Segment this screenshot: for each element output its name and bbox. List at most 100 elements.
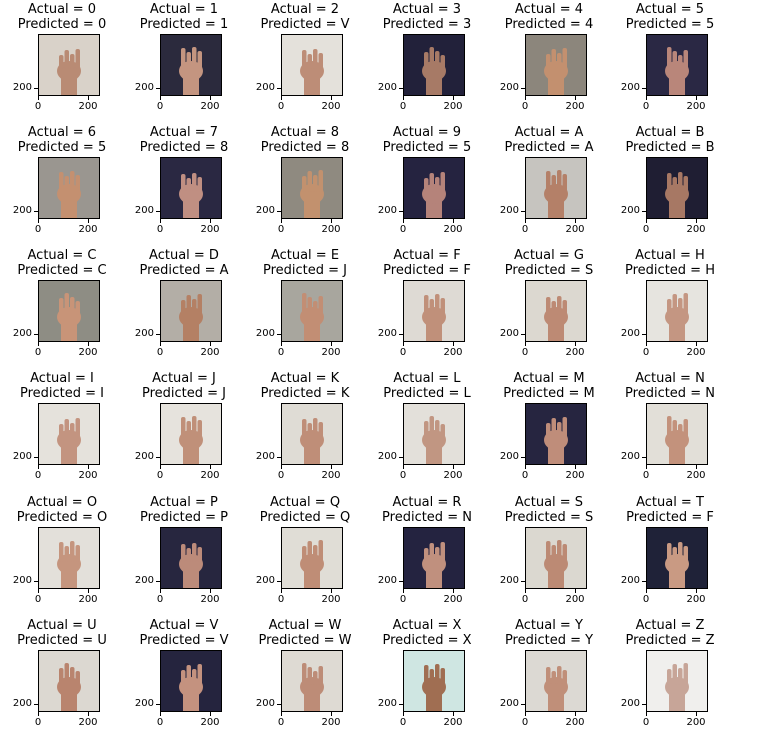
actual-label: Actual = R [392, 495, 462, 510]
x-tick-mark [696, 96, 697, 100]
y-tick-mark [642, 457, 646, 458]
x-tick-mark [281, 589, 282, 593]
image-panel: 0 200 Actual = T Predicted = F 200 [608, 493, 732, 615]
x-tick-label: 200 [686, 101, 706, 112]
x-tick-label: 0 [34, 594, 42, 605]
x-tick-label: 0 [521, 101, 529, 112]
actual-label: Actual = I [30, 371, 94, 386]
actual-label: Actual = 3 [392, 2, 462, 17]
x-tick-label: 0 [156, 594, 164, 605]
actual-label: Actual = A [514, 125, 584, 140]
actual-label: Actual = 0 [27, 2, 97, 17]
x-tick-mark [331, 712, 332, 716]
x-tick-label: 200 [565, 101, 585, 112]
predicted-label: Predicted = I [19, 386, 105, 401]
x-tick-label: 200 [443, 224, 463, 235]
x-tick-label: 200 [686, 347, 706, 358]
x-tick-label: 200 [78, 594, 98, 605]
x-tick-label: 0 [156, 101, 164, 112]
x-tick-label: 0 [156, 224, 164, 235]
x-tick-mark [210, 342, 211, 346]
actual-label: Actual = 6 [27, 125, 97, 140]
image-panel: 0 200 Actual = G Predicted = S 200 [487, 246, 611, 368]
x-tick-label: 200 [321, 101, 341, 112]
y-tick-label: 200 [499, 328, 519, 339]
x-tick-mark [453, 712, 454, 716]
y-tick-mark [34, 457, 38, 458]
y-tick-label: 200 [620, 328, 640, 339]
predicted-label: Predicted = 4 [504, 17, 594, 32]
y-tick-label: 200 [499, 205, 519, 216]
x-tick-mark [281, 342, 282, 346]
y-tick-label: 200 [499, 82, 519, 93]
image-panel: 0 200 Actual = 0 Predicted = 0 200 [0, 0, 124, 122]
x-tick-mark [88, 589, 89, 593]
y-tick-label: 200 [134, 451, 154, 462]
hand-sign-image [525, 650, 587, 712]
predicted-label: Predicted = H [625, 263, 715, 278]
predicted-label: Predicted = 0 [17, 17, 107, 32]
x-tick-label: 0 [642, 224, 650, 235]
x-tick-label: 200 [443, 101, 463, 112]
predicted-label: Predicted = L [383, 386, 471, 401]
y-tick-mark [521, 211, 525, 212]
x-tick-mark [210, 712, 211, 716]
x-tick-label: 0 [156, 347, 164, 358]
x-tick-label: 0 [399, 101, 407, 112]
hand-sign-image [525, 157, 587, 219]
x-tick-label: 0 [34, 101, 42, 112]
y-tick-label: 200 [377, 205, 397, 216]
x-tick-mark [403, 342, 404, 346]
hand-sign-image [160, 650, 222, 712]
y-tick-mark [642, 704, 646, 705]
predicted-label: Predicted = 8 [260, 140, 350, 155]
hand-sign-image [281, 280, 343, 342]
predicted-label: Predicted = A [504, 140, 594, 155]
x-tick-mark [696, 465, 697, 469]
y-tick-label: 200 [255, 205, 275, 216]
image-panel: 0 200 Actual = B Predicted = B 200 [608, 123, 732, 245]
y-tick-label: 200 [12, 205, 32, 216]
x-tick-mark [38, 465, 39, 469]
y-tick-mark [399, 334, 403, 335]
x-tick-mark [88, 342, 89, 346]
y-tick-mark [34, 581, 38, 582]
x-tick-mark [160, 589, 161, 593]
y-tick-mark [399, 88, 403, 89]
predicted-label: Predicted = V [260, 17, 350, 32]
x-tick-mark [331, 342, 332, 346]
actual-label: Actual = G [514, 248, 584, 263]
x-tick-label: 200 [443, 594, 463, 605]
y-tick-mark [277, 211, 281, 212]
y-tick-mark [277, 704, 281, 705]
y-tick-mark [521, 457, 525, 458]
y-tick-mark [642, 334, 646, 335]
x-tick-label: 0 [399, 594, 407, 605]
predicted-label: Predicted = F [383, 263, 471, 278]
predicted-label: Predicted = U [17, 633, 107, 648]
hand-sign-image [646, 527, 708, 589]
hand-sign-image [160, 280, 222, 342]
x-tick-label: 200 [565, 347, 585, 358]
actual-label: Actual = P [150, 495, 218, 510]
hand-sign-image [646, 157, 708, 219]
y-tick-mark [34, 211, 38, 212]
hand-sign-image [38, 527, 100, 589]
x-tick-label: 0 [277, 347, 285, 358]
x-tick-label: 0 [642, 717, 650, 728]
predicted-label: Predicted = W [258, 633, 352, 648]
x-tick-mark [331, 465, 332, 469]
x-tick-label: 0 [521, 224, 529, 235]
image-panel: 0 200 Actual = L Predicted = L 200 [365, 369, 489, 491]
x-tick-mark [160, 342, 161, 346]
x-tick-mark [525, 712, 526, 716]
actual-label: Actual = S [514, 495, 584, 510]
actual-label: Actual = 7 [149, 125, 219, 140]
x-tick-label: 200 [78, 470, 98, 481]
predicted-label: Predicted = N [382, 510, 472, 525]
hand-sign-image [281, 157, 343, 219]
x-tick-mark [575, 219, 576, 223]
y-tick-label: 200 [12, 82, 32, 93]
x-tick-mark [281, 712, 282, 716]
x-tick-mark [210, 589, 211, 593]
